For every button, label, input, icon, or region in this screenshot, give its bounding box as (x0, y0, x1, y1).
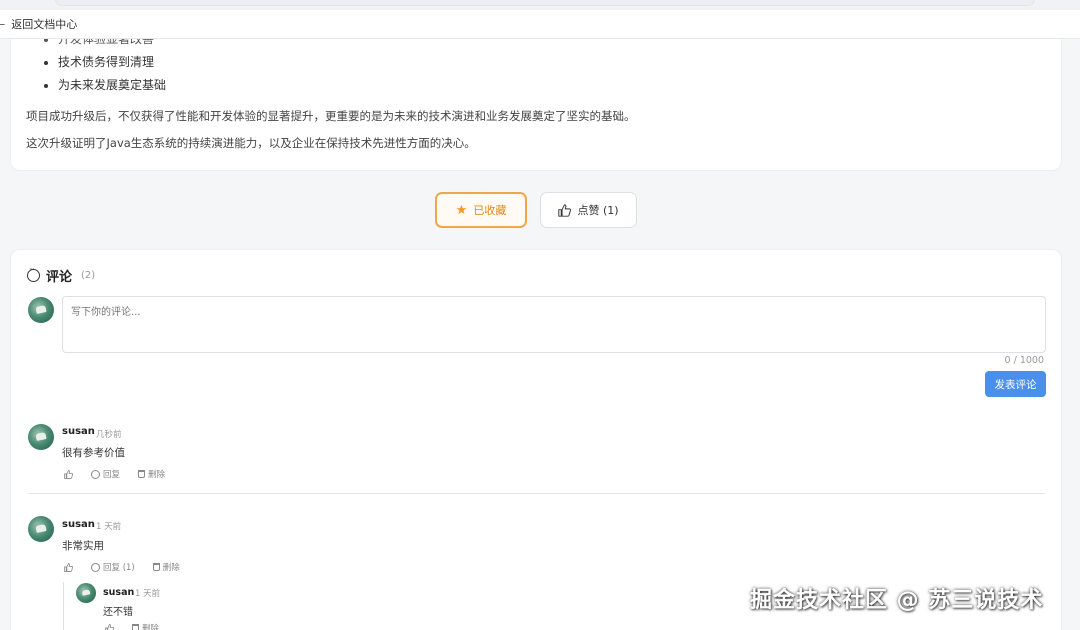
comment-author[interactable]: susan (62, 426, 95, 437)
trash-icon (152, 563, 160, 571)
like-label: 点赞 (1) (577, 204, 619, 217)
arrow-left-icon: ← (0, 17, 6, 31)
thumbs-up-icon (64, 469, 73, 479)
bullet-item: 技术债务得到清理 (58, 51, 166, 74)
comment-delete-button[interactable]: 删除 (152, 561, 180, 573)
comments-header: 评论 (2) (27, 265, 96, 285)
avatar (28, 424, 54, 450)
comment-like-button[interactable] (64, 562, 73, 572)
reply-actions: 删除 (105, 622, 159, 630)
comment-time: 1 天前 (96, 522, 122, 532)
reply-like-button[interactable] (105, 623, 114, 630)
avatar (28, 516, 54, 542)
reply-time: 1 天前 (135, 589, 161, 599)
address-bar[interactable] (55, 0, 1035, 6)
comment-input[interactable] (62, 296, 1046, 353)
comments-count: (2) (81, 270, 96, 281)
delete-label: 删除 (142, 624, 160, 630)
comment-text: 非常实用 (62, 540, 104, 552)
article-paragraph: 这次升级证明了Java生态系统的持续演进能力，以及企业在保持技术先进性方面的决心… (26, 136, 476, 150)
comment-actions: 回复 删除 (64, 468, 165, 480)
back-link-label: 返回文档中心 (11, 18, 78, 31)
article-paragraph: 项目成功升级后，不仅获得了性能和开发体验的显著提升，更重要的是为未来的技术演进和… (26, 109, 636, 123)
reply-text: 还不错 (103, 607, 133, 618)
delete-label: 删除 (162, 563, 180, 573)
thumbs-up-icon (558, 203, 572, 217)
browser-top-strip (0, 0, 1080, 10)
comment-author[interactable]: susan (62, 519, 95, 530)
reply-bubble-icon (91, 562, 100, 572)
comment-actions: 回复 (1) 删除 (64, 561, 180, 573)
comments-title: 评论 (46, 270, 73, 285)
article-content-card: 开发体验显著改善 技术债务得到清理 为未来发展奠定基础 项目成功升级后，不仅获得… (10, 22, 1062, 171)
reply-author[interactable]: susan (103, 587, 134, 598)
thumbs-up-icon (105, 623, 114, 630)
comments-section: 评论 (2) 0 / 1000 发表评论 susan 几秒前 很有参考价值 回复… (10, 249, 1062, 630)
favorite-label: 已收藏 (473, 204, 507, 217)
comment-like-button[interactable] (64, 469, 73, 479)
watermark-text: 掘金技术社区 @ 苏三说技术 (750, 588, 1044, 613)
like-button[interactable]: 点赞 (1) (540, 192, 637, 228)
top-navbar: ← 返回文档中心 (0, 10, 1080, 39)
comment-delete-button[interactable]: 删除 (138, 468, 165, 480)
comment-reply-button[interactable]: 回复 (91, 468, 120, 480)
char-counter: 0 / 1000 (1004, 355, 1044, 366)
comment-text: 很有参考价值 (62, 447, 125, 459)
reply-bubble-icon (91, 469, 100, 479)
bullet-item: 为未来发展奠定基础 (58, 74, 166, 97)
avatar (76, 583, 96, 603)
post-comment-button[interactable]: 发表评论 (985, 371, 1046, 397)
thumbs-up-icon (64, 562, 73, 572)
comment-time: 几秒前 (96, 430, 122, 440)
trash-icon (138, 470, 146, 478)
reply-thread-line (63, 582, 64, 630)
star-icon: ★ (455, 202, 468, 218)
reply-delete-button[interactable]: 删除 (132, 622, 159, 630)
favorite-button[interactable]: ★ 已收藏 (435, 192, 527, 228)
back-to-docs-link[interactable]: ← 返回文档中心 (0, 16, 77, 32)
reply-label: 回复 (1) (103, 563, 135, 573)
avatar (28, 297, 54, 323)
delete-label: 删除 (148, 470, 166, 480)
trash-icon (132, 624, 139, 630)
comment-reply-button[interactable]: 回复 (1) (91, 561, 135, 573)
comment-bubble-icon (27, 265, 40, 282)
comment-divider (29, 493, 1045, 494)
reply-label: 回复 (103, 470, 121, 480)
